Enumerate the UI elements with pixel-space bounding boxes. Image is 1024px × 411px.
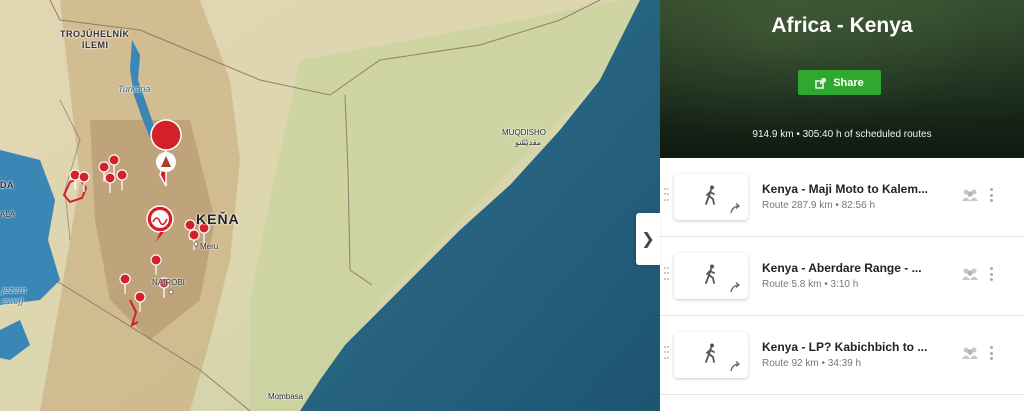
route-panel: Africa - Kenya Share 914.9 km • 305:40 h…	[660, 0, 1024, 411]
route-name[interactable]: Kenya - Aberdare Range - ...	[762, 261, 922, 275]
route-arrow-icon	[730, 282, 741, 293]
map-markers[interactable]	[0, 0, 660, 411]
drag-handle-icon[interactable]	[664, 267, 670, 281]
route-arrow-icon	[730, 361, 741, 372]
group-icon[interactable]	[960, 267, 980, 281]
map-label-mombasa: Mombasa	[268, 392, 304, 401]
route-item[interactable]: Kenya - Aberdare Range - ... Route 5.8 k…	[660, 237, 1024, 316]
map-label-mogadishu: MUQDISHO	[502, 128, 546, 137]
route-name[interactable]: Kenya - Maji Moto to Kalem...	[762, 182, 928, 196]
camp-marker-icon	[150, 119, 182, 187]
map-label-lake-victoria: jezero	[2, 285, 27, 295]
share-label: Share	[833, 76, 864, 89]
map-label-turkana: Turkana	[118, 84, 151, 94]
route-list: Kenya - Maji Moto to Kalem... Route 287.…	[660, 158, 1024, 395]
route-name[interactable]: Kenya - LP? Kabichbich to ...	[762, 340, 927, 354]
chevron-right-icon: ❯	[641, 231, 655, 248]
route-thumbnail[interactable]	[674, 253, 748, 299]
collection-title: Africa - Kenya	[771, 14, 913, 37]
more-options-icon[interactable]	[990, 346, 994, 360]
route-thumbnail[interactable]	[674, 332, 748, 378]
drag-handle-icon[interactable]	[664, 346, 670, 360]
map-label-nairobi: NAIROBI	[152, 278, 185, 287]
collection-summary: 914.9 km • 305:40 h of scheduled routes	[752, 129, 932, 140]
route-marker-icon	[146, 205, 174, 242]
hiking-icon	[705, 185, 715, 205]
route-meta: Route 287.9 km • 82:56 h	[762, 200, 876, 211]
more-options-icon[interactable]	[990, 188, 994, 202]
map-label-lake-victoria-2: ewej)	[2, 296, 24, 306]
route-thumbnail[interactable]	[674, 174, 748, 220]
route-meta: Route 92 km • 34:39 h	[762, 358, 862, 369]
hiking-icon	[705, 264, 715, 284]
route-meta: Route 5.8 km • 3:10 h	[762, 279, 859, 290]
group-icon[interactable]	[960, 188, 980, 202]
share-icon	[815, 77, 826, 89]
map-view[interactable]: TROJÚHELNÍK ILEMI Turkana MUQDISHO مقديش…	[0, 0, 660, 411]
map-label-meru: Meru	[200, 242, 219, 251]
map-label-trojuhelnik: TROJÚHELNÍK	[60, 29, 130, 39]
route-arrow-icon	[730, 203, 741, 214]
route-item[interactable]: Kenya - LP? Kabichbich to ... Route 92 k…	[660, 316, 1024, 395]
drag-handle-icon[interactable]	[664, 188, 670, 202]
map-label-ilemi: ILEMI	[82, 40, 109, 50]
map-label-ala: ALA	[0, 210, 16, 219]
map-label-mogadishu-ar: مقديشو	[515, 138, 542, 147]
panel-toggle-button[interactable]: ❯	[636, 213, 660, 265]
map-label-da: DA	[0, 180, 14, 190]
map-label-kena: KEŇA	[196, 211, 240, 227]
collection-header: Africa - Kenya Share 914.9 km • 305:40 h…	[660, 0, 1024, 158]
hiking-icon	[705, 343, 715, 363]
route-item[interactable]: Kenya - Maji Moto to Kalem... Route 287.…	[660, 158, 1024, 237]
more-options-icon[interactable]	[990, 267, 994, 281]
share-button[interactable]: Share	[798, 70, 881, 95]
group-icon[interactable]	[960, 346, 980, 360]
